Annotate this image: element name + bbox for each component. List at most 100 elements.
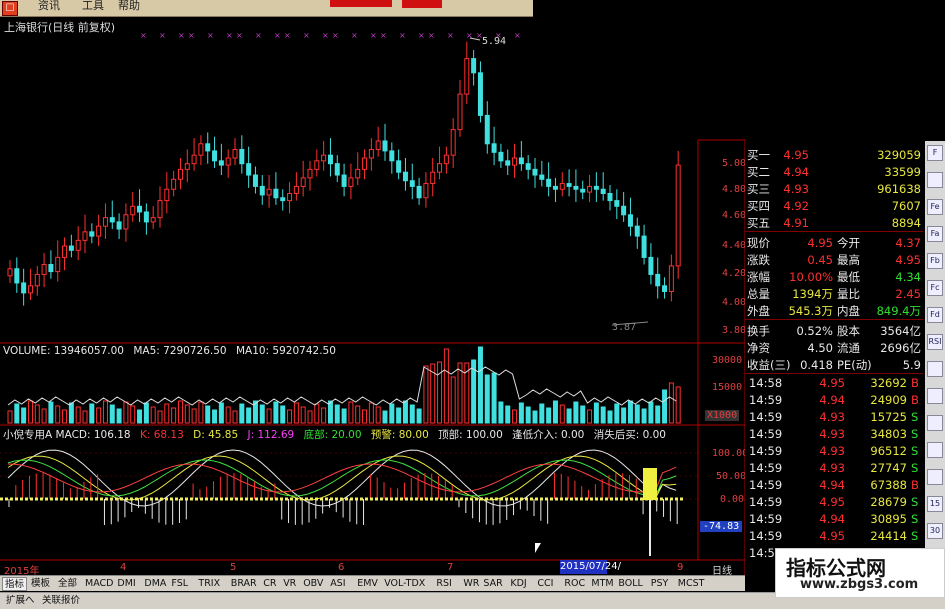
volume-bar: [348, 401, 354, 424]
x-month-7: 7: [447, 562, 454, 573]
quote-cell: 32692: [870, 376, 907, 390]
candle-body: [389, 150, 395, 162]
macd-d: D: 45.85: [193, 429, 239, 441]
side-tool-icon[interactable]: [927, 442, 943, 458]
indicator-tab[interactable]: 模板: [29, 577, 52, 591]
candle-body: [587, 185, 593, 193]
signal-marker: ×: [380, 31, 387, 40]
indicator-tab[interactable]: 全部: [56, 577, 79, 591]
candle-body: [675, 164, 681, 267]
quote-divider: [745, 231, 923, 232]
candle-body: [96, 225, 102, 237]
candle-body: [559, 183, 565, 190]
indicator-tab[interactable]: VOL-TDX: [382, 577, 427, 591]
candle-body: [362, 157, 368, 170]
volume-bar: [539, 403, 545, 424]
side-tool-icon[interactable]: Fa: [927, 226, 943, 242]
side-tool-icon[interactable]: [927, 415, 943, 431]
quote-cell: 27747: [870, 461, 907, 475]
candle-body: [280, 197, 286, 202]
volume-bar: [109, 404, 115, 424]
side-tool-icon[interactable]: Fd: [927, 307, 943, 323]
side-tool-icon[interactable]: [927, 388, 943, 404]
indicator-tab[interactable]: DMI: [115, 577, 137, 591]
signal-marker: ×: [428, 31, 435, 40]
price-axis-label: 4.40: [722, 240, 747, 251]
volume-bar: [416, 408, 422, 424]
indicator-tab[interactable]: OBV: [301, 577, 325, 591]
side-tool-icon[interactable]: Fe: [927, 199, 943, 215]
indicator-tab[interactable]: RSI: [434, 577, 453, 591]
indicator-tab[interactable]: WR: [461, 577, 481, 591]
related-quote-button[interactable]: 关联报价: [40, 594, 82, 608]
candle-body: [89, 231, 95, 237]
indicator-tab[interactable]: MACD: [83, 577, 115, 591]
indicator-tab[interactable]: VR: [281, 577, 298, 591]
volume-bar: [334, 404, 340, 424]
expand-button[interactable]: 扩展へ: [4, 594, 37, 608]
indicator-tab[interactable]: 指标: [2, 577, 28, 591]
indicator-tab[interactable]: KDJ: [508, 577, 528, 591]
kline-chart[interactable]: × × × × × × × × × × × × × × × × × × × × × × × ×: [0, 0, 745, 575]
side-tool-icon[interactable]: F: [927, 145, 943, 161]
side-tool-icon[interactable]: 15: [927, 496, 943, 512]
quote-cell: 4.95: [819, 529, 845, 543]
quote-cell: 4.95: [783, 148, 809, 162]
side-tool-icon[interactable]: Fc: [927, 280, 943, 296]
candle-body: [300, 177, 306, 187]
indicator-tab[interactable]: MTM: [589, 577, 615, 591]
indicator-tab[interactable]: BRAR: [229, 577, 259, 591]
side-tool-icon[interactable]: [927, 469, 943, 485]
signal-marker: ×: [303, 31, 310, 40]
price-axis-label: 4.60: [722, 210, 747, 221]
volume-bar: [457, 362, 463, 424]
candle-body: [655, 273, 661, 287]
volume-bar: [34, 404, 40, 424]
candle-body: [348, 177, 354, 187]
quote-cell: S: [911, 427, 919, 441]
volume-bar: [525, 406, 531, 424]
indicator-tab[interactable]: FSL: [169, 577, 190, 591]
quote-cell: 最高: [837, 253, 860, 267]
volume-bar: [266, 408, 272, 424]
side-tool-icon[interactable]: [927, 361, 943, 377]
indicator-tab[interactable]: CCI: [535, 577, 555, 591]
tick-row: 14:59 4.94 24909 B: [745, 392, 923, 408]
side-tool-icon[interactable]: 30: [927, 523, 943, 539]
volume-bar: [546, 407, 552, 424]
watermark: 指标公式网 www.zbgs3.com: [775, 548, 945, 598]
candle-body: [457, 93, 463, 131]
side-tool-icon[interactable]: RSI: [927, 334, 943, 350]
indicator-tab[interactable]: ASI: [328, 577, 347, 591]
indicator-tab[interactable]: TRIX: [196, 577, 222, 591]
quote-cell: S: [911, 529, 919, 543]
candle-body: [607, 193, 613, 202]
quote-cell: 14:59: [749, 410, 783, 424]
volume-bar: [566, 408, 572, 424]
quote-cell: 14:59: [749, 461, 783, 475]
indicator-tab[interactable]: DMA: [142, 577, 168, 591]
candle-body: [109, 217, 115, 223]
indicator-tab[interactable]: CR: [261, 577, 278, 591]
volume-bar: [321, 407, 327, 424]
quote-cell: 买五: [747, 216, 770, 230]
volume-bar: [280, 405, 286, 424]
candle-body: [402, 171, 408, 182]
indicator-tab[interactable]: ROC: [562, 577, 587, 591]
indicator-tab[interactable]: MCST: [676, 577, 707, 591]
indicator-tab[interactable]: PSY: [649, 577, 671, 591]
volume-bar: [375, 406, 381, 424]
quote-cell: B: [911, 478, 919, 492]
indicator-tab[interactable]: BOLL: [616, 577, 644, 591]
volume-legend: VOLUME: 13946057.00 MA5: 7290726.50 MA10…: [3, 345, 342, 357]
indicator-tab[interactable]: EMV: [355, 577, 380, 591]
side-tool-icon[interactable]: [927, 172, 943, 188]
side-tool-icon[interactable]: Fb: [927, 253, 943, 269]
quote-cell: 4.93: [819, 461, 845, 475]
candle-body: [212, 150, 218, 162]
signal-marker: ×: [140, 31, 147, 40]
quote-cell: 4.91: [783, 216, 809, 230]
candle-body: [27, 285, 33, 294]
price-axis-label: 4.80: [722, 184, 747, 195]
indicator-tab[interactable]: SAR: [481, 577, 504, 591]
